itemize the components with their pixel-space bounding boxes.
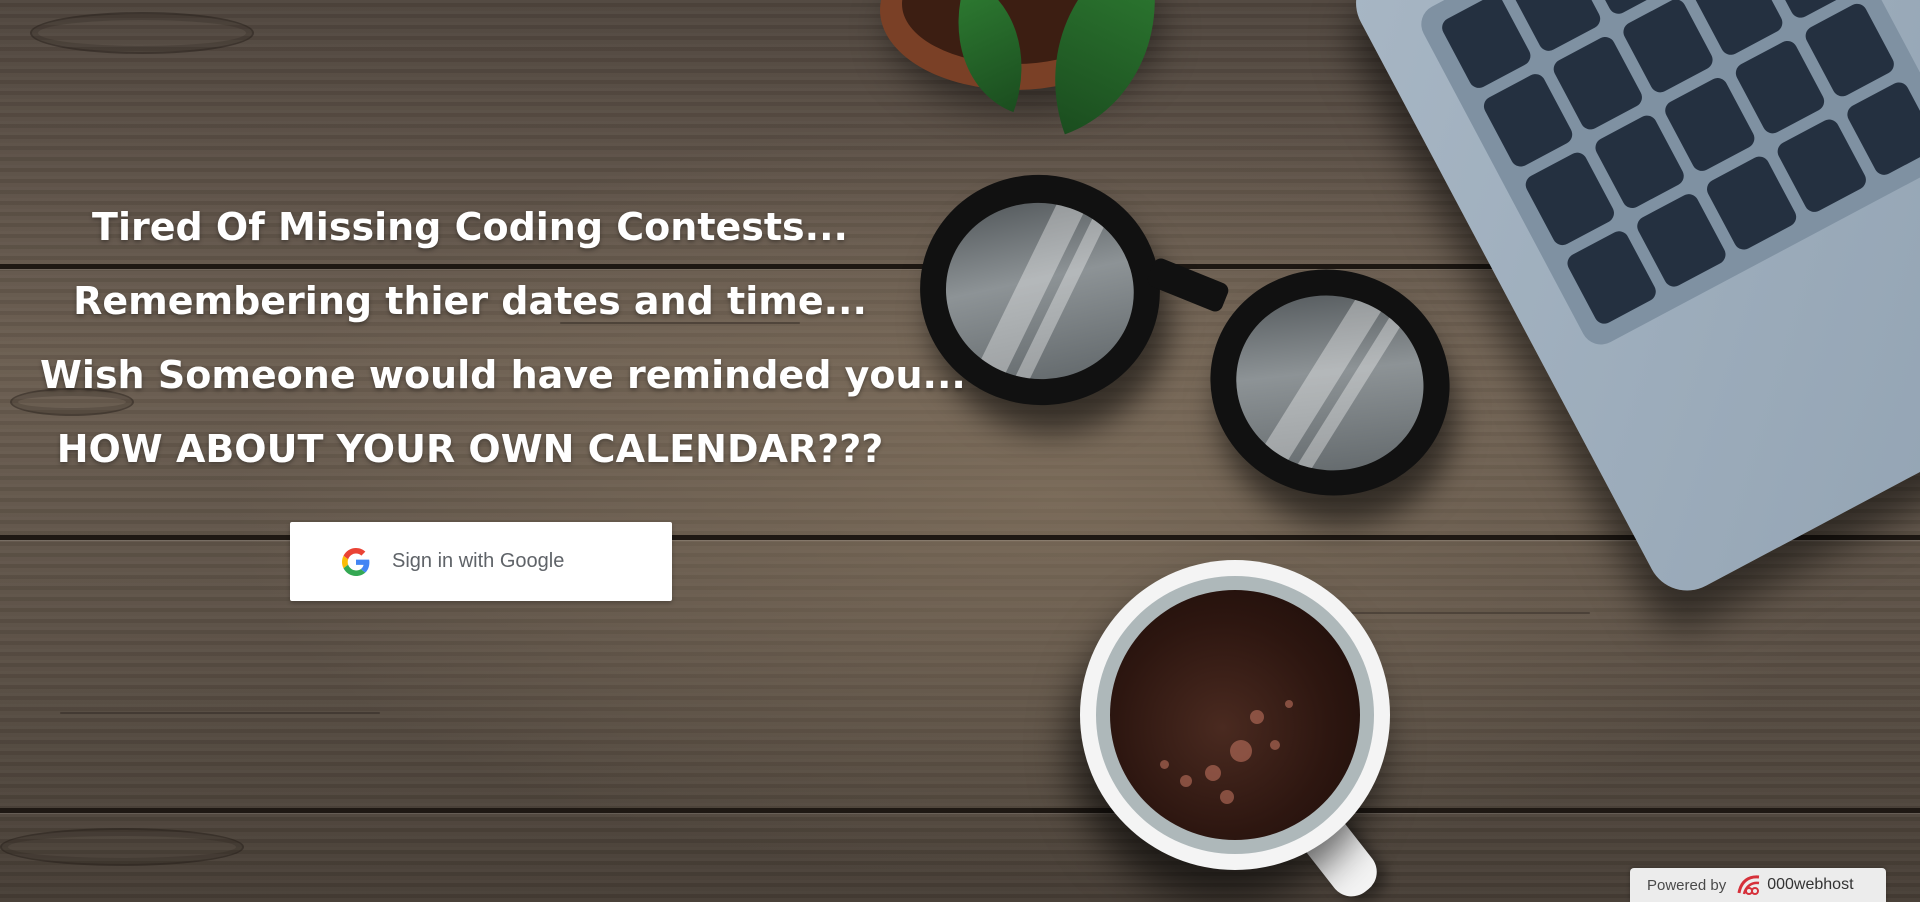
wood-grain: [60, 712, 380, 714]
hero-line-2: Remembering thier dates and time...: [73, 279, 867, 323]
google-signin-label: Sign in with Google: [392, 550, 565, 572]
wood-knot: [30, 12, 254, 54]
plank-divider: [0, 808, 1920, 813]
powered-by-badge[interactable]: Powered by 000webhost: [1630, 868, 1886, 902]
hero-text: Tired Of Missing Coding Contests... Reme…: [40, 190, 966, 486]
google-g-icon: [342, 547, 370, 576]
hero-line-1: Tired Of Missing Coding Contests...: [92, 205, 848, 249]
hero-line-3: Wish Someone would have reminded you...: [40, 353, 966, 397]
host-name-label: 000webhost: [1767, 876, 1854, 893]
wood-knot: [0, 828, 244, 866]
sunglasses-image: [905, 159, 1474, 521]
coffee-cup-image: [1080, 560, 1390, 870]
landing-page: Tired Of Missing Coding Contests... Reme…: [0, 0, 1920, 902]
powered-by-label: Powered by: [1647, 876, 1727, 894]
hero-line-4: HOW ABOUT YOUR OWN CALENDAR???: [56, 427, 884, 471]
000webhost-logo-icon: [1737, 875, 1760, 895]
google-signin-button[interactable]: Sign in with Google: [290, 522, 672, 601]
plank-divider: [0, 535, 1920, 540]
